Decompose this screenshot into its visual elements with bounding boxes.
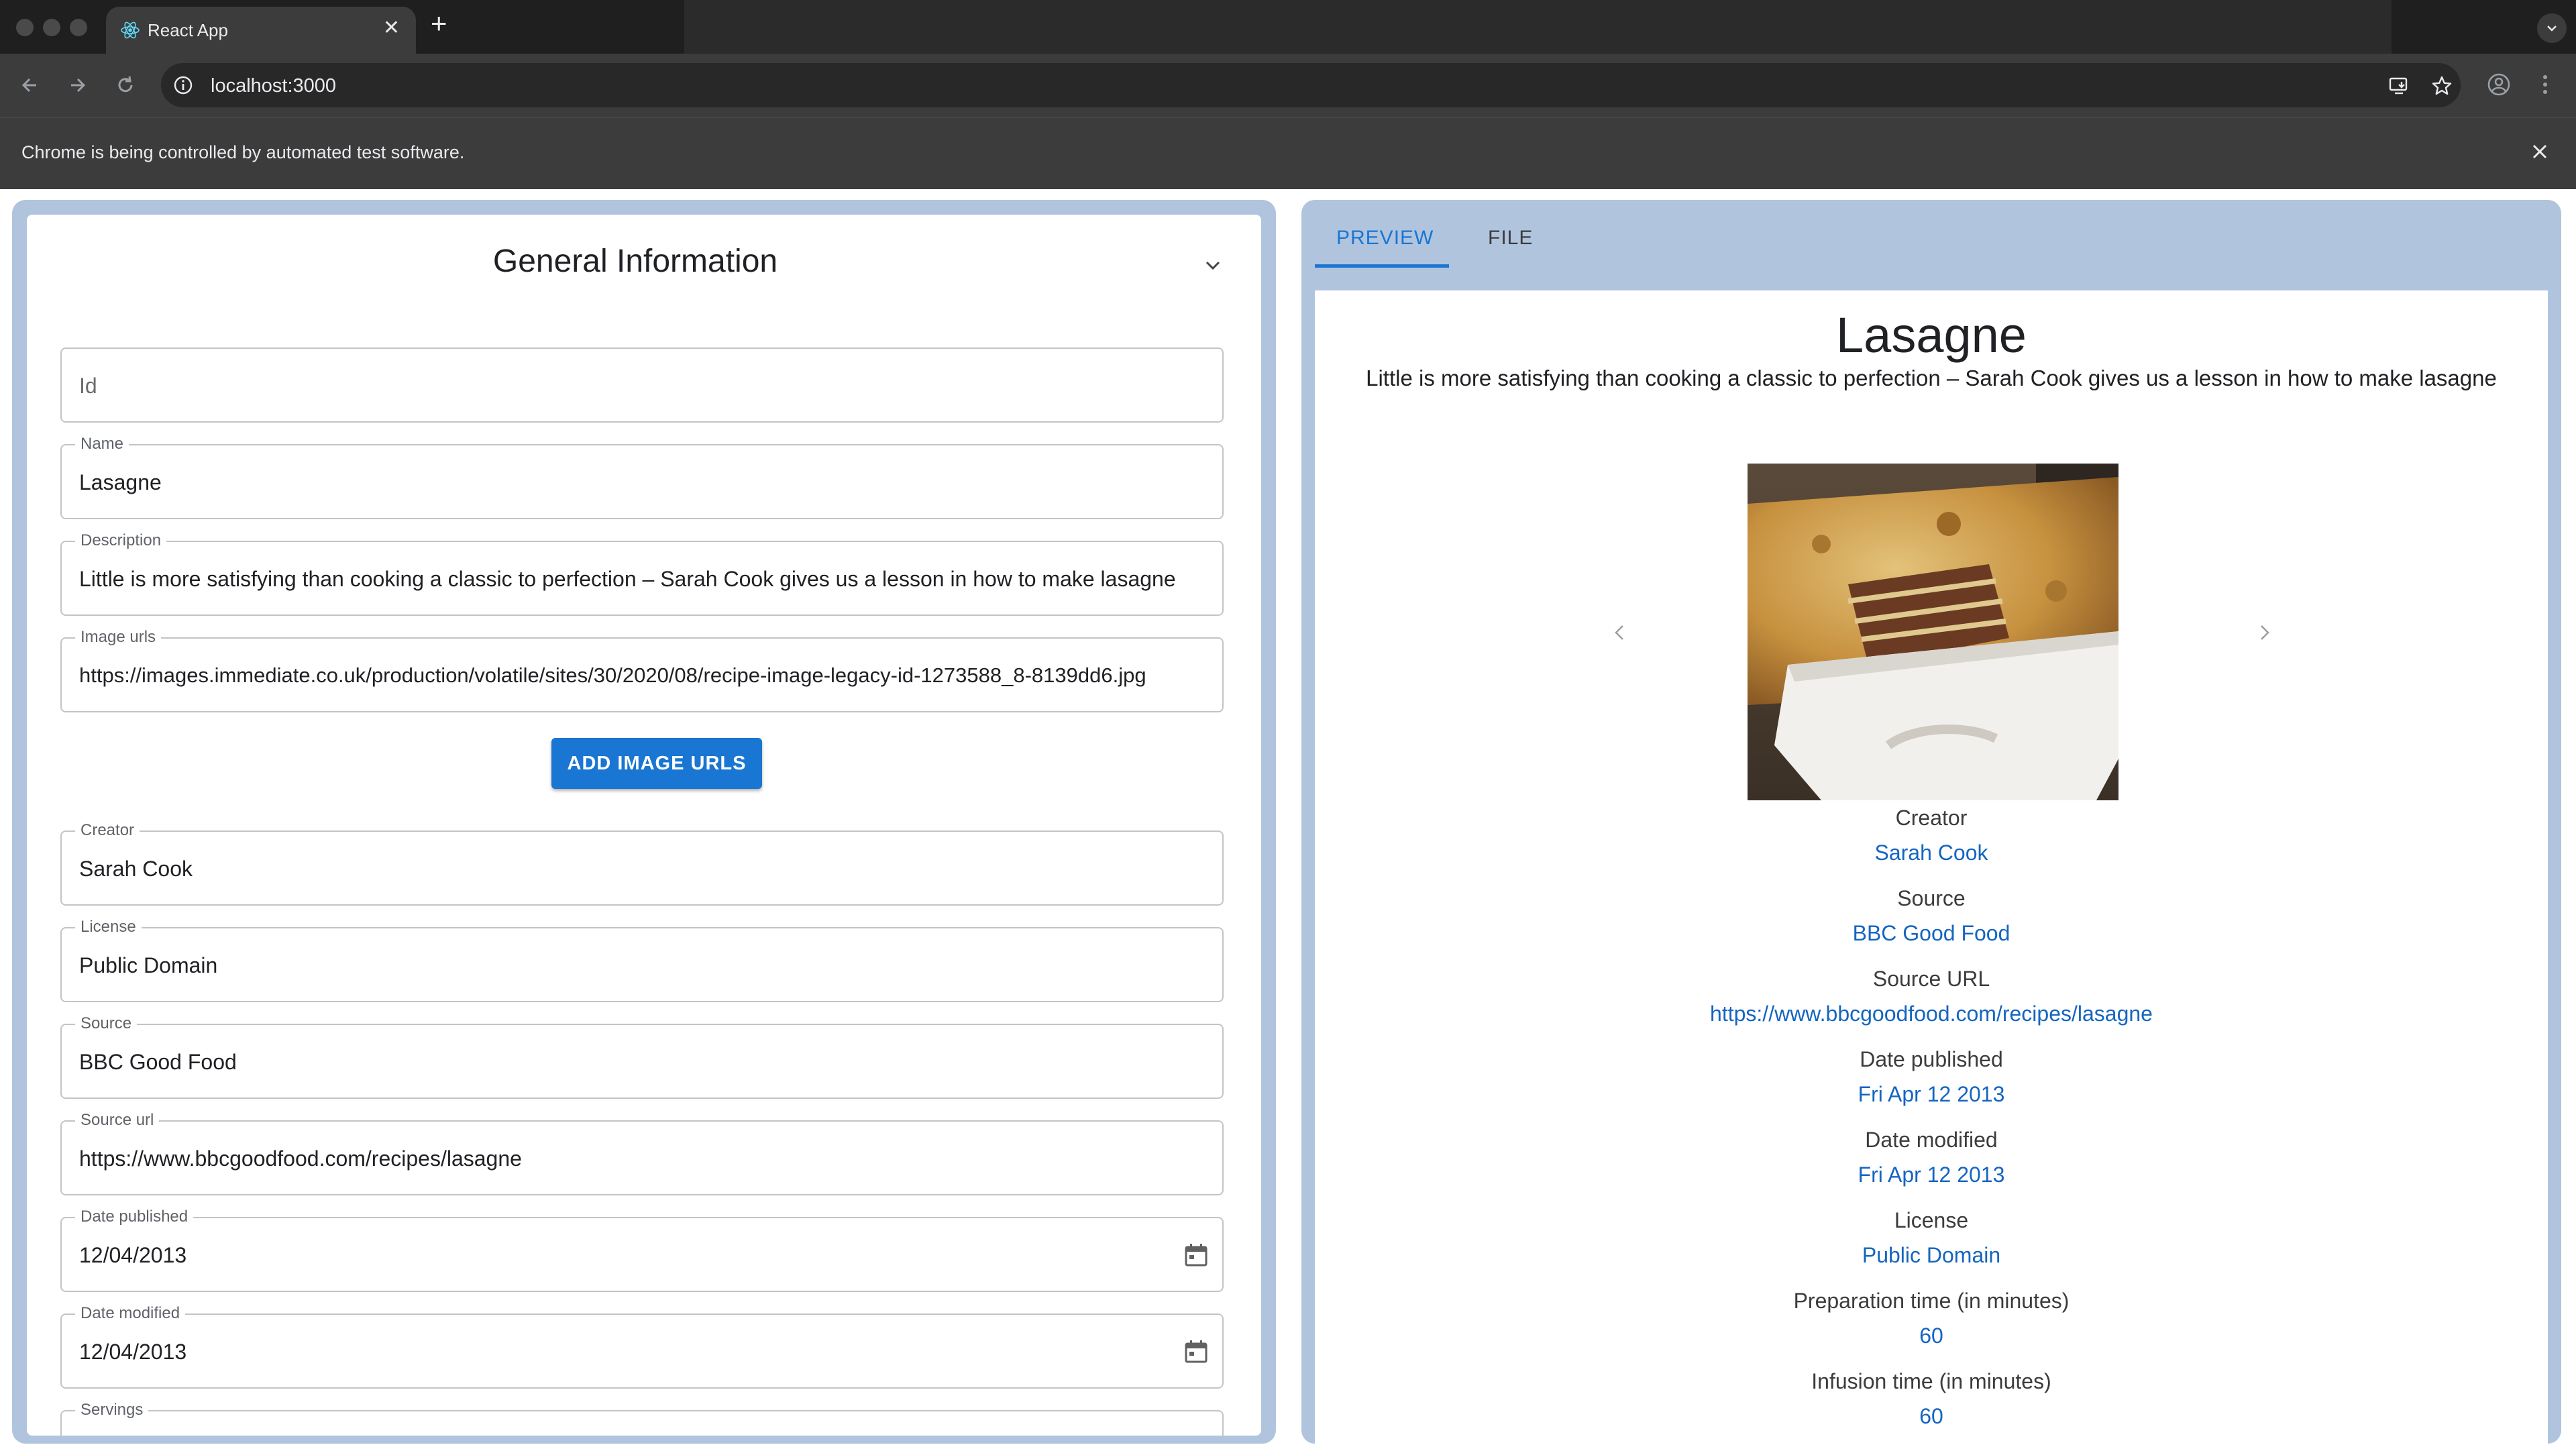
tab-file[interactable]: FILE — [1488, 227, 1533, 250]
browser-tab-bar: React App ✕ + — [0, 0, 2576, 54]
meta-value-source-url[interactable]: https://www.bbcgoodfood.com/recipes/lasa… — [1315, 1002, 2548, 1026]
meta-value-source[interactable]: BBC Good Food — [1315, 921, 2548, 946]
description-field[interactable]: Description Little is more satisfying th… — [60, 531, 1224, 616]
meta-value-creator[interactable]: Sarah Cook — [1315, 841, 2548, 865]
date-published-value: 12/04/2013 — [79, 1243, 187, 1267]
meta-label-creator: Creator — [1895, 806, 1968, 830]
date-modified-field[interactable]: Date modified 12/04/2013 — [60, 1304, 1224, 1389]
chevron-down-icon — [2547, 25, 2557, 32]
source-url-label: Source url — [75, 1111, 160, 1130]
calendar-icon[interactable] — [1182, 1338, 1210, 1366]
id-field[interactable]: Id — [60, 347, 1224, 423]
meta-label-date-published: Date published — [1860, 1047, 2003, 1071]
source-value: BBC Good Food — [79, 1050, 237, 1074]
meta-label-license: License — [1894, 1208, 1969, 1232]
description-value: Little is more satisfying than cooking a… — [79, 567, 1176, 591]
profile-icon[interactable] — [2484, 70, 2514, 99]
page-content: General Information Id Name Lasagne Desc… — [0, 189, 2576, 1449]
chevron-left-icon[interactable] — [1610, 619, 1630, 646]
recipe-title: Lasagne — [1836, 307, 2027, 363]
image-urls-label: Image urls — [75, 628, 162, 647]
meta-value-license[interactable]: Public Domain — [1315, 1243, 2548, 1268]
expand-more-icon[interactable] — [1201, 254, 1225, 278]
source-url-value: https://www.bbcgoodfood.com/recipes/lasa… — [79, 1146, 522, 1171]
meta-label-infusion-time: Infusion time (in minutes) — [1811, 1369, 2051, 1393]
date-published-label: Date published — [75, 1208, 194, 1226]
license-field[interactable]: License Public Domain — [60, 918, 1224, 1002]
date-modified-value: 12/04/2013 — [79, 1340, 187, 1364]
creator-value: Sarah Cook — [79, 857, 193, 881]
date-published-field[interactable]: Date published 12/04/2013 — [60, 1208, 1224, 1292]
creator-field[interactable]: Creator Sarah Cook — [60, 821, 1224, 906]
servings-label: Servings — [75, 1401, 149, 1419]
window-zoom-dot[interactable] — [70, 19, 87, 36]
id-placeholder: Id — [79, 374, 97, 398]
date-modified-label: Date modified — [75, 1304, 186, 1323]
form-panel: General Information Id Name Lasagne Desc… — [12, 200, 1276, 1444]
name-field[interactable]: Name Lasagne — [60, 435, 1224, 519]
calendar-icon[interactable] — [1182, 1241, 1210, 1269]
meta-value-date-published[interactable]: Fri Apr 12 2013 — [1315, 1082, 2548, 1107]
license-label: License — [75, 918, 142, 936]
address-bar[interactable]: localhost:3000 — [161, 63, 2461, 107]
creator-label: Creator — [75, 821, 140, 840]
react-logo-icon — [121, 21, 140, 39]
preview-panel: PREVIEW FILE Lasagne Little is more sati… — [1301, 200, 2561, 1444]
name-label: Name — [75, 435, 129, 453]
source-url-field[interactable]: Source url https://www.bbcgoodfood.com/r… — [60, 1111, 1224, 1195]
window-minimize-dot[interactable] — [43, 19, 60, 36]
browser-toolbar: localhost:3000 — [0, 54, 2576, 117]
close-icon[interactable] — [2526, 138, 2553, 165]
tab-preview[interactable]: PREVIEW — [1336, 227, 1434, 250]
description-label: Description — [75, 531, 167, 550]
active-tab-indicator — [1315, 264, 1449, 268]
meta-label-date-modified: Date modified — [1865, 1128, 1998, 1152]
tab-title: React App — [148, 20, 228, 40]
tab-strip — [684, 0, 2392, 54]
recipe-image — [1748, 464, 2118, 800]
meta-value-infusion-time[interactable]: 60 — [1315, 1404, 2548, 1429]
recipe-description: Little is more satisfying than cooking a… — [1366, 366, 2497, 390]
source-label: Source — [75, 1014, 138, 1033]
back-arrow-icon[interactable] — [15, 70, 46, 101]
more-menu-icon[interactable] — [2530, 70, 2560, 99]
install-app-icon[interactable] — [2388, 75, 2410, 97]
license-value: Public Domain — [79, 953, 218, 977]
window-close-dot[interactable] — [16, 19, 34, 36]
tab-search-button[interactable] — [2537, 13, 2567, 43]
new-tab-icon[interactable]: + — [431, 9, 447, 38]
meta-label-source-url: Source URL — [1872, 967, 1990, 991]
chevron-right-icon[interactable] — [2254, 619, 2274, 646]
image-urls-field[interactable]: Image urls https://images.immediate.co.u… — [60, 628, 1224, 712]
section-title: General Information — [492, 244, 778, 279]
reload-icon[interactable] — [110, 70, 141, 101]
tab-close-icon[interactable]: ✕ — [383, 16, 400, 40]
automation-infobar: Chrome is being controlled by automated … — [0, 117, 2576, 189]
bookmark-star-icon[interactable] — [2431, 75, 2453, 97]
add-image-urls-button[interactable]: ADD IMAGE URLS — [551, 738, 762, 789]
url-text: localhost:3000 — [211, 75, 337, 97]
meta-value-preparation-time[interactable]: 60 — [1315, 1324, 2548, 1348]
name-value: Lasagne — [79, 470, 162, 494]
image-urls-value: https://images.immediate.co.uk/productio… — [79, 663, 1146, 687]
source-field[interactable]: Source BBC Good Food — [60, 1014, 1224, 1099]
general-information-card: General Information Id Name Lasagne Desc… — [27, 215, 1261, 1436]
meta-label-preparation-time: Preparation time (in minutes) — [1793, 1289, 2070, 1313]
meta-label-source: Source — [1897, 886, 1966, 910]
servings-field[interactable]: Servings 8 — [60, 1401, 1224, 1436]
forward-arrow-icon[interactable] — [62, 70, 93, 101]
browser-tab[interactable]: React App ✕ — [106, 7, 416, 54]
preview-card: Lasagne Little is more satisfying than c… — [1315, 290, 2548, 1444]
automation-notice: Chrome is being controlled by automated … — [21, 142, 465, 162]
site-info-icon[interactable] — [173, 75, 193, 95]
meta-value-date-modified[interactable]: Fri Apr 12 2013 — [1315, 1163, 2548, 1187]
